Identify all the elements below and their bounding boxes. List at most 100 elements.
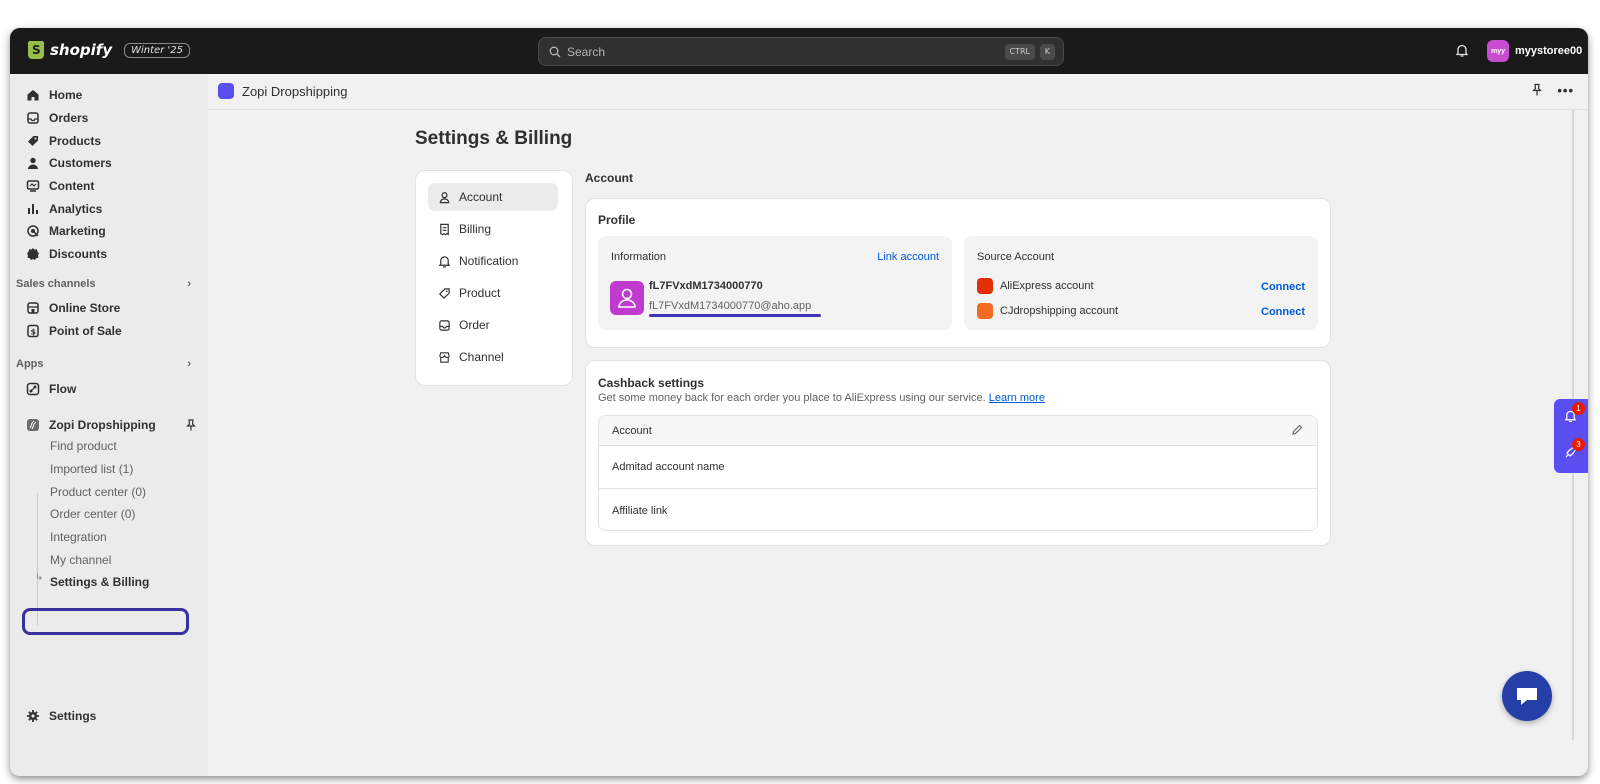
store-name: myystoree00 — [1515, 45, 1583, 57]
account-username: fL7FVxdM1734000770 — [649, 280, 763, 292]
brand-name: shopify — [50, 41, 113, 59]
email-underline-annotation — [649, 314, 821, 317]
profile-card: Profile Information Link account fL7FVxd… — [585, 198, 1331, 348]
content-icon — [26, 180, 40, 192]
settings-menu-notification[interactable]: Notification — [428, 247, 558, 275]
zopi-app-icon — [218, 83, 234, 99]
store-icon — [27, 302, 39, 314]
settings-menu-account[interactable]: Account — [428, 183, 558, 211]
app-header-actions: ••• — [1531, 83, 1574, 98]
sidebar-sub-find-product[interactable]: Find product — [50, 439, 117, 453]
settings-menu-order[interactable]: Order — [428, 311, 558, 339]
home-icon — [27, 90, 39, 101]
link-account-button[interactable]: Link account — [877, 251, 939, 263]
pin-icon[interactable] — [1531, 83, 1543, 97]
sidebar-sub-product-center[interactable]: Product center (0) — [50, 485, 146, 499]
browser-window: shopify Winter '25 CTRL K myy myystoree0… — [10, 28, 1588, 776]
sidebar-item-online-store[interactable]: Online Store — [26, 298, 120, 318]
flow-icon — [26, 382, 40, 396]
store-avatar: myy — [1487, 40, 1509, 62]
aliexpress-account-label: AliExpress account — [1000, 280, 1094, 292]
chat-bubble-icon — [1517, 688, 1537, 705]
storefront-icon — [439, 351, 450, 363]
table-header: Account — [599, 416, 1317, 446]
edition-badge[interactable]: Winter '25 — [124, 42, 190, 58]
sidebar-item-settings[interactable]: Settings — [26, 706, 96, 726]
search-bar[interactable]: CTRL K — [538, 37, 1064, 66]
table-row: Admitad account name — [599, 446, 1317, 489]
person-icon — [439, 191, 450, 203]
connect-aliexpress-button[interactable]: Connect — [1261, 281, 1305, 293]
inbox-icon — [439, 319, 450, 331]
pin-icon[interactable] — [184, 418, 198, 432]
sales-channels-header[interactable]: Sales channels › — [16, 278, 191, 290]
sub-nav-line — [37, 493, 38, 625]
cashback-description: Get some money back for each order you p… — [598, 392, 1045, 404]
sidebar-item-discounts[interactable]: Discounts — [26, 244, 107, 264]
sidebar-item-analytics[interactable]: Analytics — [26, 199, 102, 219]
cashback-title: Cashback settings — [598, 376, 705, 390]
cjdropshipping-account-label: CJdropshipping account — [1000, 305, 1119, 317]
shopify-bag-icon — [28, 41, 44, 59]
rocket-count-badge: 3 — [1572, 438, 1585, 451]
chat-support-button[interactable] — [1502, 671, 1552, 721]
learn-more-link[interactable]: Learn more — [989, 392, 1045, 404]
sidebar-sub-imported-list[interactable]: Imported list (1) — [50, 462, 133, 476]
cjdropshipping-icon — [977, 303, 993, 319]
sidebar-sub-order-center[interactable]: Order center (0) — [50, 507, 135, 521]
sidebar-sub-integration[interactable]: Integration — [50, 530, 107, 544]
gear-icon — [27, 710, 39, 722]
zopi-app-icon — [27, 419, 39, 431]
more-options-icon[interactable]: ••• — [1557, 83, 1574, 98]
profile-title: Profile — [598, 213, 636, 227]
connect-cjdropshipping-button[interactable]: Connect — [1261, 306, 1305, 318]
sidebar-item-home[interactable]: Home — [26, 85, 82, 105]
information-label: Information — [611, 251, 667, 263]
settings-menu-product[interactable]: Product — [428, 279, 558, 307]
sidebar-item-content[interactable]: Content — [26, 176, 94, 196]
notifications-bell-icon[interactable] — [1455, 43, 1469, 63]
sidebar-item-marketing[interactable]: Marketing — [26, 221, 106, 241]
store-menu[interactable]: myy myystoree00 — [1487, 40, 1582, 62]
sidebar-item-zopi-dropshipping[interactable]: Zopi Dropshipping — [26, 415, 198, 435]
tag-icon — [439, 287, 450, 299]
search-icon — [549, 46, 561, 57]
sidebar-sub-settings-billing[interactable]: Settings & Billing — [50, 575, 149, 589]
person-icon — [618, 288, 636, 308]
sidebar-item-point-of-sale[interactable]: $ Point of Sale — [26, 321, 122, 341]
page-title: Settings & Billing — [415, 128, 573, 149]
kbd-k: K — [1039, 44, 1055, 60]
sidebar-item-products[interactable]: Products — [26, 131, 101, 151]
account-section-title: Account — [585, 171, 633, 185]
search-input[interactable] — [567, 44, 987, 59]
sidebar-item-customers[interactable]: Customers — [26, 153, 112, 173]
shopify-logo[interactable]: shopify Winter '25 — [28, 41, 190, 59]
admin-topbar: shopify Winter '25 CTRL K myy myystoree0… — [10, 28, 1588, 74]
settings-menu: Account Billing Notification Product Ord… — [415, 170, 573, 386]
sidebar-sub-my-channel[interactable]: My channel — [50, 553, 111, 567]
sidebar-item-flow[interactable]: Flow — [26, 379, 76, 399]
tag-icon — [28, 136, 38, 146]
pos-icon: $ — [27, 324, 39, 338]
table-row: Affiliate link — [612, 504, 668, 517]
bell-icon — [438, 255, 451, 267]
source-account-panel: Source Account AliExpress account Connec… — [964, 236, 1318, 330]
app-title[interactable]: Zopi Dropshipping — [218, 83, 348, 99]
information-panel: Information Link account fL7FVxdM1734000… — [598, 236, 952, 330]
sub-nav-branch-icon: ↳ — [35, 572, 44, 583]
chevron-right-icon: › — [187, 278, 191, 290]
bar-chart-icon — [28, 204, 38, 214]
discount-icon — [27, 248, 39, 260]
apps-header[interactable]: Apps › — [16, 358, 191, 370]
settings-menu-billing[interactable]: Billing — [428, 215, 558, 243]
kbd-ctrl: CTRL — [1004, 44, 1035, 60]
inbox-icon — [27, 112, 39, 124]
chevron-right-icon: › — [187, 358, 191, 370]
edit-pencil-icon[interactable] — [1291, 424, 1303, 436]
sidebar-item-orders[interactable]: Orders — [26, 108, 88, 128]
settings-menu-channel[interactable]: Channel — [428, 343, 558, 371]
floating-action-panel: 1 3 — [1554, 399, 1588, 473]
svg-text:$: $ — [31, 328, 37, 337]
person-icon — [28, 157, 38, 169]
receipt-icon — [440, 223, 449, 236]
